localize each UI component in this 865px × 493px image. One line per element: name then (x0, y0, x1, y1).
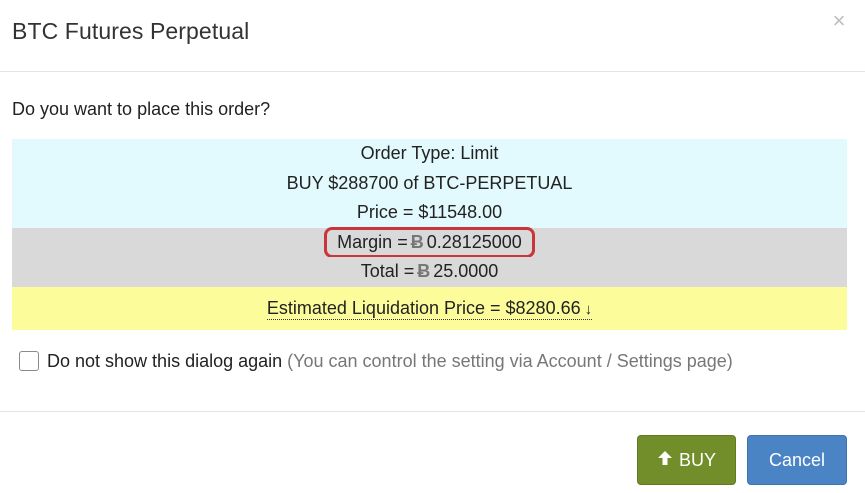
footer-divider (0, 411, 865, 412)
close-icon[interactable]: × (829, 10, 849, 32)
dialog-title: BTC Futures Perpetual (12, 18, 250, 44)
order-type-row: Order Type: Limit (12, 139, 847, 169)
bitcoin-icon: Ƀ (410, 231, 424, 252)
total-value: 25.0000 (433, 261, 499, 281)
buy-button-label: BUY (678, 449, 716, 470)
confirmation-question: Do you want to place this order? (12, 99, 271, 119)
order-description-row: BUY $288700 of BTC-PERPETUAL (12, 168, 847, 198)
margin-value: 0.28125000 (426, 231, 522, 252)
cancel-button-label: Cancel (768, 449, 826, 470)
arrow-up-icon (657, 450, 673, 471)
order-description-text: BUY $288700 of BTC-PERPETUAL (286, 172, 573, 193)
margin-label: Margin = (337, 231, 408, 252)
price-text: Price = $11548.00 (356, 202, 503, 222)
liquidation-price-link[interactable]: Estimated Liquidation Price = $8280.66 ↓ (266, 297, 593, 320)
liquidation-row: Estimated Liquidation Price = $8280.66 ↓ (12, 286, 847, 330)
liquidation-price-text: Estimated Liquidation Price = $8280.66 (266, 297, 581, 318)
margin-highlight: Margin = Ƀ 0.28125000 (324, 226, 535, 258)
margin-row: Margin = Ƀ 0.28125000 (12, 226, 847, 258)
order-summary: Order Type: Limit BUY $288700 of BTC-PER… (12, 139, 847, 330)
dialog-header: BTC Futures Perpetual × (0, 0, 865, 72)
do-not-show-again-label[interactable]: Do not show this dialog again (47, 351, 282, 372)
arrow-down-icon: ↓ (584, 300, 593, 318)
cancel-button[interactable]: Cancel (747, 435, 847, 485)
total-label: Total = (360, 261, 415, 281)
do-not-show-again-row: Do not show this dialog again (You can c… (19, 348, 733, 374)
buy-button[interactable]: BUY (637, 435, 736, 485)
order-type-text: Order Type: Limit (360, 143, 499, 163)
settings-hint: (You can control the setting via Account… (287, 350, 733, 371)
order-confirmation-dialog: BTC Futures Perpetual × Do you want to p… (0, 0, 865, 493)
total-row: Total = Ƀ 25.0000 (12, 257, 847, 287)
bitcoin-icon: Ƀ (417, 261, 431, 281)
do-not-show-again-checkbox[interactable] (19, 351, 39, 371)
price-row: Price = $11548.00 (12, 198, 847, 228)
